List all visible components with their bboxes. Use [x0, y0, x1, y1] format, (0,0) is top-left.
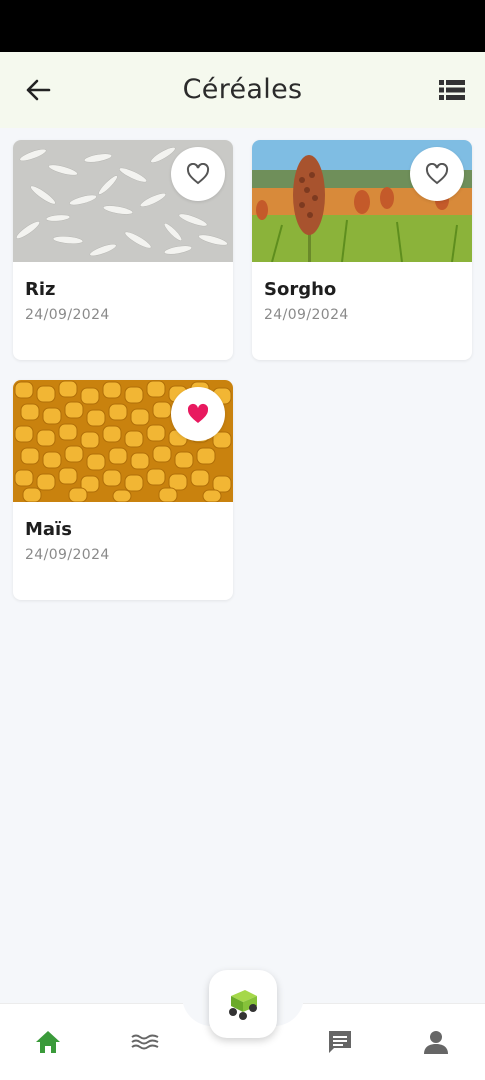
nav-home[interactable] [28, 1022, 68, 1062]
chat-icon [329, 1031, 351, 1053]
tractor-icon [229, 990, 257, 1020]
card-date: 24/09/2024 [25, 307, 110, 323]
nav-chat[interactable] [320, 1022, 360, 1062]
heart-outline-icon [186, 163, 210, 185]
card-title: Riz [25, 279, 56, 300]
person-icon [424, 1031, 448, 1054]
view-list-icon [439, 80, 465, 100]
product-card-sorgho[interactable]: Sorgho 24/09/2024 [252, 140, 472, 360]
home-icon [36, 1031, 60, 1053]
status-bar [0, 0, 485, 52]
card-title: Sorgho [264, 279, 337, 300]
heart-outline-icon [425, 163, 449, 185]
card-date: 24/09/2024 [264, 307, 349, 323]
app-bar: Céréales [0, 52, 485, 128]
page-title: Céréales [182, 74, 303, 105]
card-title: Maïs [25, 519, 72, 540]
waves-icon [131, 1034, 159, 1050]
view-list-button[interactable] [435, 74, 469, 106]
favorite-button[interactable] [171, 147, 225, 201]
tractor-fab-button[interactable] [209, 970, 277, 1038]
card-date: 24/09/2024 [25, 547, 110, 563]
product-card-mais[interactable]: Maïs 24/09/2024 [13, 380, 233, 600]
heart-filled-icon [187, 403, 209, 423]
favorite-button[interactable] [171, 387, 225, 441]
nav-profile[interactable] [416, 1022, 456, 1062]
favorite-button[interactable] [410, 147, 464, 201]
nav-waves[interactable] [125, 1022, 165, 1062]
product-card-riz[interactable]: Riz 24/09/2024 [13, 140, 233, 360]
